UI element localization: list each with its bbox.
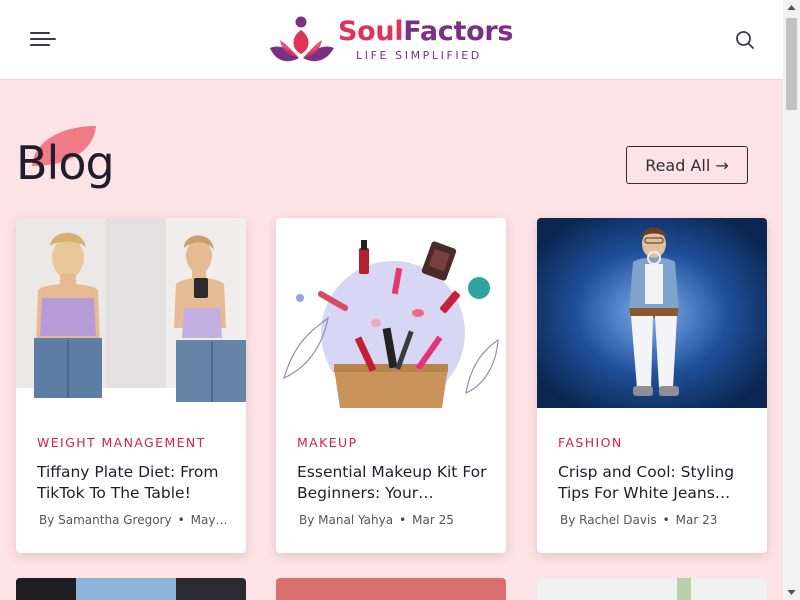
blog-title: Blog (16, 136, 115, 190)
post-date: May… (190, 513, 228, 527)
post-meta: By Rachel Davis • Mar 23 (560, 513, 760, 527)
post-thumbnail[interactable] (16, 218, 246, 408)
lotus-logo-icon (270, 16, 334, 62)
scrollbar-thumb[interactable] (786, 18, 797, 110)
hamburger-menu-icon[interactable] (28, 28, 58, 52)
blog-card[interactable]: FASHION Crisp and Cool: Styling Tips For… (537, 218, 767, 553)
brand-tagline: LIFE SIMPLIFIED (356, 49, 482, 62)
brand-name: SoulFactors (338, 16, 514, 47)
blog-card[interactable]: MAKEUP Essential Makeup Kit For Beginner… (276, 218, 506, 553)
scroll-down-arrow-icon[interactable] (783, 583, 800, 600)
blog-section-heading: Blog (16, 122, 146, 202)
post-thumbnail[interactable] (276, 218, 506, 408)
post-title[interactable]: Tiffany Plate Diet: From TikTok To The T… (37, 462, 237, 504)
site-logo[interactable]: SoulFactors LIFE SIMPLIFIED (268, 14, 518, 66)
site-header: SoulFactors LIFE SIMPLIFIED (0, 0, 783, 80)
read-all-button[interactable]: Read All → (626, 146, 748, 184)
separator-dot: • (662, 513, 670, 527)
blog-card[interactable]: WEIGHT MANAGEMENT Tiffany Plate Diet: Fr… (16, 218, 246, 553)
post-date: Mar 23 (675, 513, 718, 527)
post-thumbnail[interactable] (537, 218, 767, 408)
post-meta: By Manal Yahya • Mar 25 (299, 513, 499, 527)
blog-card-partial[interactable] (16, 578, 246, 600)
post-author[interactable]: By Rachel Davis (560, 513, 657, 527)
blog-card-partial[interactable] (276, 578, 506, 600)
post-author[interactable]: By Manal Yahya (299, 513, 393, 527)
vertical-scrollbar[interactable] (783, 0, 800, 600)
blog-card-partial[interactable] (537, 578, 767, 600)
search-icon[interactable] (733, 28, 757, 52)
post-meta: By Samantha Gregory • May… (39, 513, 239, 527)
post-title[interactable]: Essential Makeup Kit For Beginners: Your… (297, 462, 497, 504)
post-category[interactable]: WEIGHT MANAGEMENT (37, 435, 206, 450)
post-category[interactable]: FASHION (558, 435, 623, 450)
separator-dot: • (177, 513, 185, 527)
post-title[interactable]: Crisp and Cool: Styling Tips For White J… (558, 462, 758, 504)
separator-dot: • (399, 513, 407, 527)
post-category[interactable]: MAKEUP (297, 435, 358, 450)
scroll-up-arrow-icon[interactable] (783, 0, 800, 17)
post-author[interactable]: By Samantha Gregory (39, 513, 172, 527)
post-date: Mar 25 (412, 513, 454, 527)
